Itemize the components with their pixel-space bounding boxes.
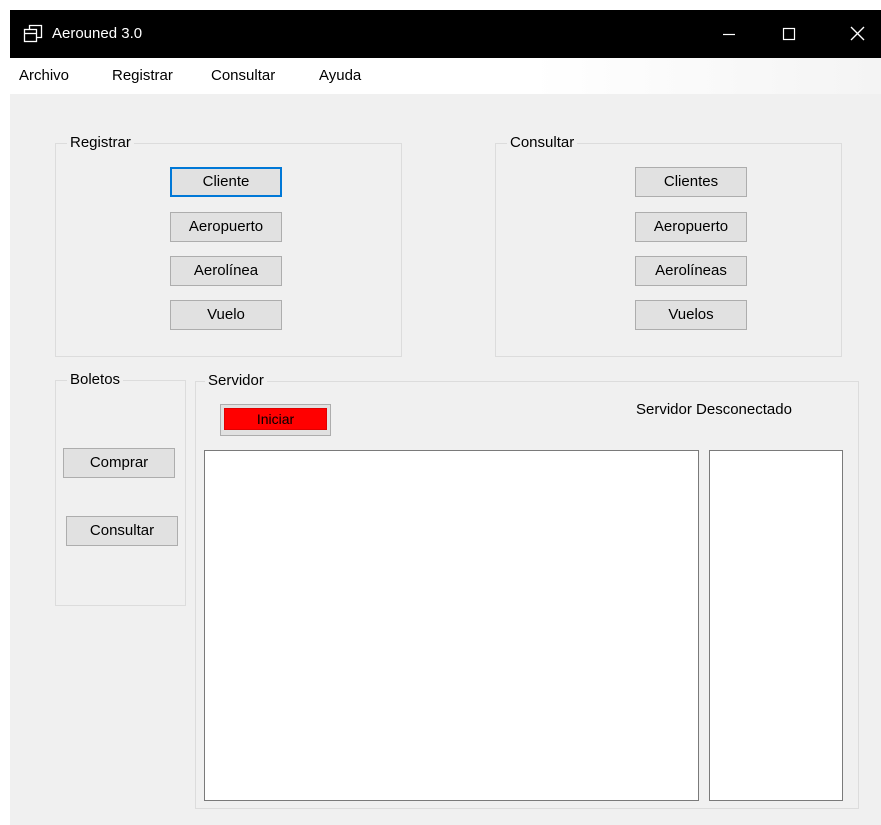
start-server-button[interactable]: Iniciar [220,404,331,436]
register-airport-button[interactable]: Aeropuerto [170,212,282,242]
menu-bar: Archivo Registrar Consultar Ayuda [10,58,881,94]
query-airports-button[interactable]: Aeropuerto [635,212,747,242]
query-airlines-button[interactable]: Aerolíneas [635,256,747,286]
window-title: Aerouned 3.0 [52,25,143,42]
menu-archivo[interactable]: Archivo [19,67,69,84]
server-log-textbox[interactable] [204,450,699,801]
boletos-group-label: Boletos [67,371,124,389]
boletos-group: Boletos Comprar Consultar [55,371,186,606]
start-server-label: Iniciar [224,408,327,430]
registrar-group: Registrar Cliente Aeropuerto Aerolínea V… [55,134,402,357]
query-flights-button[interactable]: Vuelos [635,300,747,330]
maximize-button[interactable] [766,10,812,58]
menu-consultar[interactable]: Consultar [211,67,275,84]
server-status-text: Servidor Desconectado [636,401,792,418]
connected-clients-list[interactable] [709,450,843,801]
menu-ayuda[interactable]: Ayuda [319,67,361,84]
servidor-group: Servidor Iniciar Servidor Desconectado [195,372,859,809]
query-clients-button[interactable]: Clientes [635,167,747,197]
buy-ticket-button[interactable]: Comprar [63,448,175,478]
registrar-group-label: Registrar [67,134,134,152]
close-button[interactable] [835,10,881,58]
consultar-group-label: Consultar [507,134,578,152]
restore-window-icon [23,24,43,44]
register-client-button[interactable]: Cliente [170,167,282,197]
register-flight-button[interactable]: Vuelo [170,300,282,330]
query-tickets-button[interactable]: Consultar [66,516,178,546]
register-airline-button[interactable]: Aerolínea [170,256,282,286]
menu-registrar[interactable]: Registrar [112,67,173,84]
app-window: Aerouned 3.0 Archivo Registrar Consultar… [10,10,881,825]
minimize-button[interactable] [706,10,752,58]
title-bar[interactable]: Aerouned 3.0 [10,10,881,58]
servidor-group-label: Servidor [205,372,267,390]
consultar-group: Consultar Clientes Aeropuerto Aerolíneas… [495,134,842,357]
